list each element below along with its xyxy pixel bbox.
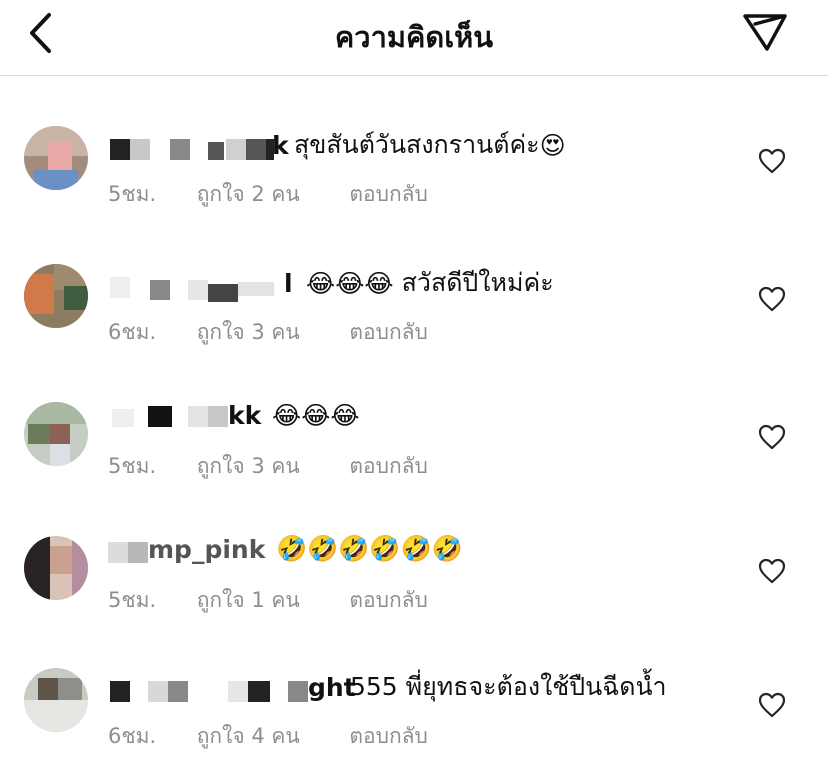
username-visible: kk [228, 401, 262, 430]
heart-icon[interactable] [758, 424, 786, 450]
heart-icon[interactable] [758, 286, 786, 312]
username-visible: k [272, 131, 289, 160]
emoji: 😂😂😂 [272, 400, 360, 430]
avatar[interactable] [24, 264, 88, 328]
comment-text: สวัสดีปีใหม่ค่ะ [401, 268, 554, 297]
header-bar: ความคิดเห็น [0, 0, 828, 76]
avatar[interactable] [24, 402, 88, 466]
emoji: 😍 [539, 130, 566, 160]
likes-count[interactable]: ถูกใจ 1 คน [197, 584, 343, 617]
likes-count[interactable]: ถูกใจ 2 คน [197, 178, 343, 211]
username[interactable]: k [108, 130, 289, 160]
reply-button[interactable]: ตอบกลับ [349, 584, 428, 617]
emoji: 🤣🤣🤣🤣🤣🤣 [276, 534, 463, 563]
comment-time: 5ชม. [108, 454, 157, 478]
avatar[interactable] [24, 126, 88, 190]
heart-icon[interactable] [758, 692, 786, 718]
avatar[interactable] [24, 536, 88, 600]
comment-time: 5ชม. [108, 182, 157, 206]
comment-time: 6ชม. [108, 724, 157, 748]
username-visible: ght [308, 673, 356, 702]
reply-button[interactable]: ตอบกลับ [349, 450, 428, 483]
paper-plane-icon [743, 14, 787, 51]
reply-button[interactable]: ตอบกลับ [349, 178, 428, 211]
reply-button[interactable]: ตอบกลับ [349, 316, 428, 349]
share-button[interactable] [738, 8, 792, 56]
avatar[interactable] [24, 668, 88, 732]
comment-text: สุขสันต์วันสงกรานต์ค่ะ [294, 130, 540, 159]
comment-item: mp_pink 🤣🤣🤣🤣🤣🤣 5ชม. ถูกใจ 1 คน ตอบกลับ [0, 530, 828, 650]
likes-count[interactable]: ถูกใจ 4 คน [197, 720, 343, 753]
emoji: 😂😂😂 [306, 268, 394, 298]
comment-time: 6ชม. [108, 320, 157, 344]
heart-icon[interactable] [758, 558, 786, 584]
heart-icon[interactable] [758, 148, 786, 174]
username[interactable]: l [108, 268, 298, 302]
likes-count[interactable]: ถูกใจ 3 คน [197, 450, 343, 483]
page-title: ความคิดเห็น [334, 20, 494, 54]
likes-count[interactable]: ถูกใจ 3 คน [197, 316, 343, 349]
reply-button[interactable]: ตอบกลับ [349, 720, 428, 753]
comment-item: k สุขสันต์วันสงกรานต์ค่ะ 😍 5ชม. ถูกใจ 2 … [0, 120, 828, 240]
comment-time: 5ชม. [108, 588, 157, 612]
username[interactable]: ght [108, 672, 356, 702]
username[interactable]: kk [108, 400, 262, 430]
comment-item: l 😂😂😂 สวัสดีปีใหม่ค่ะ 6ชม. ถูกใจ 3 คน ตอ… [0, 258, 828, 378]
username-visible: mp_pink [148, 535, 266, 564]
comment-text: 555 พี่ยุทธจะต้องใช้ปืนฉีดน้ำ [350, 672, 667, 701]
username-visible: l [284, 269, 293, 298]
comment-item: ght 555 พี่ยุทธจะต้องใช้ปืนฉีดน้ำ 6ชม. ถ… [0, 664, 828, 784]
username[interactable]: mp_pink [108, 534, 268, 564]
comment-item: kk 😂😂😂 5ชม. ถูกใจ 3 คน ตอบกลับ [0, 396, 828, 516]
